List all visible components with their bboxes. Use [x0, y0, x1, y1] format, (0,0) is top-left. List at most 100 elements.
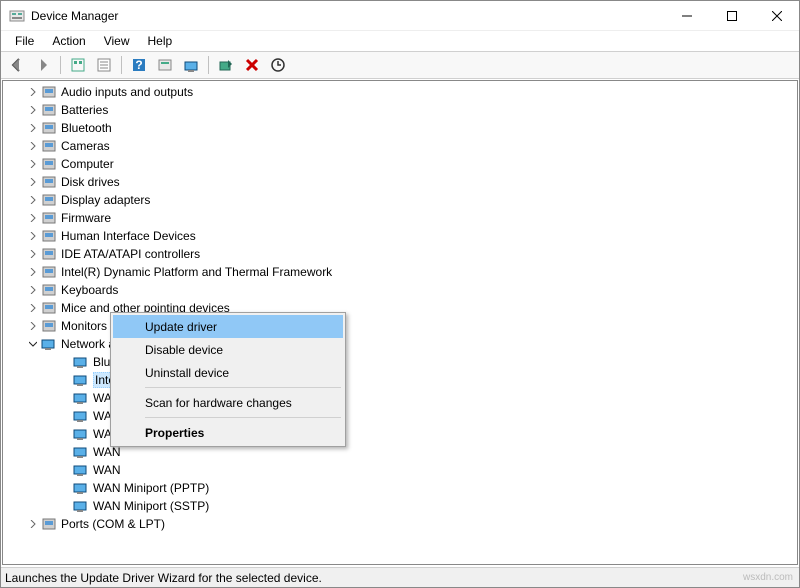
expand-arrow-icon[interactable]: [27, 86, 39, 98]
expand-arrow-icon[interactable]: [27, 140, 39, 152]
tree-device[interactable]: WAN Miniport (SSTP): [3, 497, 797, 515]
menu-help[interactable]: Help: [140, 32, 181, 50]
toolbar-separator: [121, 56, 122, 74]
tree-label: Intel(R) Dynamic Platform and Thermal Fr…: [61, 265, 332, 279]
toolbar-uninstall-button[interactable]: [240, 53, 264, 77]
tree-category[interactable]: Computer: [3, 155, 797, 173]
ctx-uninstall-device[interactable]: Uninstall device: [113, 361, 343, 384]
network-adapter-icon: [73, 354, 89, 370]
tree-category[interactable]: IDE ATA/ATAPI controllers: [3, 245, 797, 263]
toolbar-separator: [60, 56, 61, 74]
expand-arrow-icon[interactable]: [27, 302, 39, 314]
expand-arrow-icon[interactable]: [27, 122, 39, 134]
svg-text:?: ?: [135, 58, 142, 72]
tree-category-ports[interactable]: Ports (COM & LPT): [3, 515, 797, 533]
toolbar-separator: [208, 56, 209, 74]
close-button[interactable]: [754, 1, 799, 31]
expand-arrow-icon[interactable]: [27, 284, 39, 296]
tree-label: Disk drives: [61, 175, 120, 189]
toolbar-show-hidden-button[interactable]: [66, 53, 90, 77]
expand-arrow-icon[interactable]: [27, 158, 39, 170]
expand-arrow-icon[interactable]: [27, 320, 39, 332]
tree-category[interactable]: Disk drives: [3, 173, 797, 191]
expand-arrow-icon[interactable]: [27, 212, 39, 224]
expand-arrow-icon[interactable]: [27, 176, 39, 188]
tree-label: WAN: [93, 445, 121, 459]
tree-label: Ports (COM & LPT): [61, 517, 165, 531]
ctx-disable-device[interactable]: Disable device: [113, 338, 343, 361]
tree-label: WAN Miniport (PPTP): [93, 481, 209, 495]
network-adapter-icon: [73, 480, 89, 496]
collapse-arrow-icon[interactable]: [27, 338, 39, 350]
toolbar-disable-button[interactable]: [179, 53, 203, 77]
toolbar-forward-button[interactable]: [31, 53, 55, 77]
network-adapter-icon: [73, 426, 89, 442]
toolbar-help-button[interactable]: ?: [127, 53, 151, 77]
title-bar: Device Manager: [1, 1, 799, 31]
tree-label: Human Interface Devices: [61, 229, 196, 243]
maximize-button[interactable]: [709, 1, 754, 31]
speaker-icon: [41, 84, 57, 100]
tree-category[interactable]: Firmware: [3, 209, 797, 227]
expand-arrow-icon[interactable]: [27, 104, 39, 116]
network-adapter-icon: [73, 498, 89, 514]
tree-category[interactable]: Batteries: [3, 101, 797, 119]
ctx-update-driver[interactable]: Update driver: [113, 315, 343, 338]
tree-label: Audio inputs and outputs: [61, 85, 193, 99]
toolbar-add-legacy-button[interactable]: [266, 53, 290, 77]
minimize-button[interactable]: [664, 1, 709, 31]
tree-category[interactable]: Human Interface Devices: [3, 227, 797, 245]
window-title: Device Manager: [31, 9, 664, 23]
network-adapter-icon: [73, 444, 89, 460]
tree-label: Batteries: [61, 103, 108, 117]
expand-arrow-icon[interactable]: [27, 266, 39, 278]
tree-category[interactable]: Display adapters: [3, 191, 797, 209]
network-adapter-icon: [73, 372, 89, 388]
tree-category[interactable]: Audio inputs and outputs: [3, 83, 797, 101]
menu-view[interactable]: View: [96, 32, 138, 50]
tree-device[interactable]: WAN Miniport (PPTP): [3, 479, 797, 497]
hid-icon: [41, 228, 57, 244]
tree-device[interactable]: WAN: [3, 461, 797, 479]
tree-category[interactable]: Intel(R) Dynamic Platform and Thermal Fr…: [3, 263, 797, 281]
camera-icon: [41, 138, 57, 154]
bluetooth-icon: [41, 120, 57, 136]
tree-label: Firmware: [61, 211, 111, 225]
computer-icon: [41, 156, 57, 172]
intel-icon: [41, 264, 57, 280]
ctx-properties[interactable]: Properties: [113, 421, 343, 444]
tree-label: Computer: [61, 157, 114, 171]
status-text: Launches the Update Driver Wizard for th…: [5, 571, 322, 585]
status-bar: Launches the Update Driver Wizard for th…: [1, 567, 799, 587]
menu-action[interactable]: Action: [44, 32, 93, 50]
ctx-separator: [145, 387, 341, 388]
tree-label: Bluetooth: [61, 121, 112, 135]
ctx-separator: [145, 417, 341, 418]
tree-label: Display adapters: [61, 193, 150, 207]
toolbar-update-button[interactable]: [153, 53, 177, 77]
ide-icon: [41, 246, 57, 262]
ports-icon: [41, 516, 57, 532]
expand-arrow-icon[interactable]: [27, 248, 39, 260]
ctx-scan-hardware[interactable]: Scan for hardware changes: [113, 391, 343, 414]
watermark: wsxdn.com: [743, 572, 793, 583]
app-icon: [9, 8, 25, 24]
menu-file[interactable]: File: [7, 32, 42, 50]
toolbar-scan-button[interactable]: [214, 53, 238, 77]
mouse-icon: [41, 300, 57, 316]
expand-arrow-icon[interactable]: [27, 518, 39, 530]
network-adapter-icon: [73, 408, 89, 424]
tree-category[interactable]: Cameras: [3, 137, 797, 155]
toolbar-properties-button[interactable]: [92, 53, 116, 77]
expand-arrow-icon[interactable]: [27, 230, 39, 242]
display-icon: [41, 192, 57, 208]
tree-label: Monitors: [61, 319, 107, 333]
network-adapter-icon: [73, 462, 89, 478]
tree-label: WAN: [93, 463, 121, 477]
toolbar-back-button[interactable]: [5, 53, 29, 77]
firmware-icon: [41, 210, 57, 226]
expand-arrow-icon[interactable]: [27, 194, 39, 206]
tree-category[interactable]: Bluetooth: [3, 119, 797, 137]
monitor-icon: [41, 318, 57, 334]
tree-category[interactable]: Keyboards: [3, 281, 797, 299]
